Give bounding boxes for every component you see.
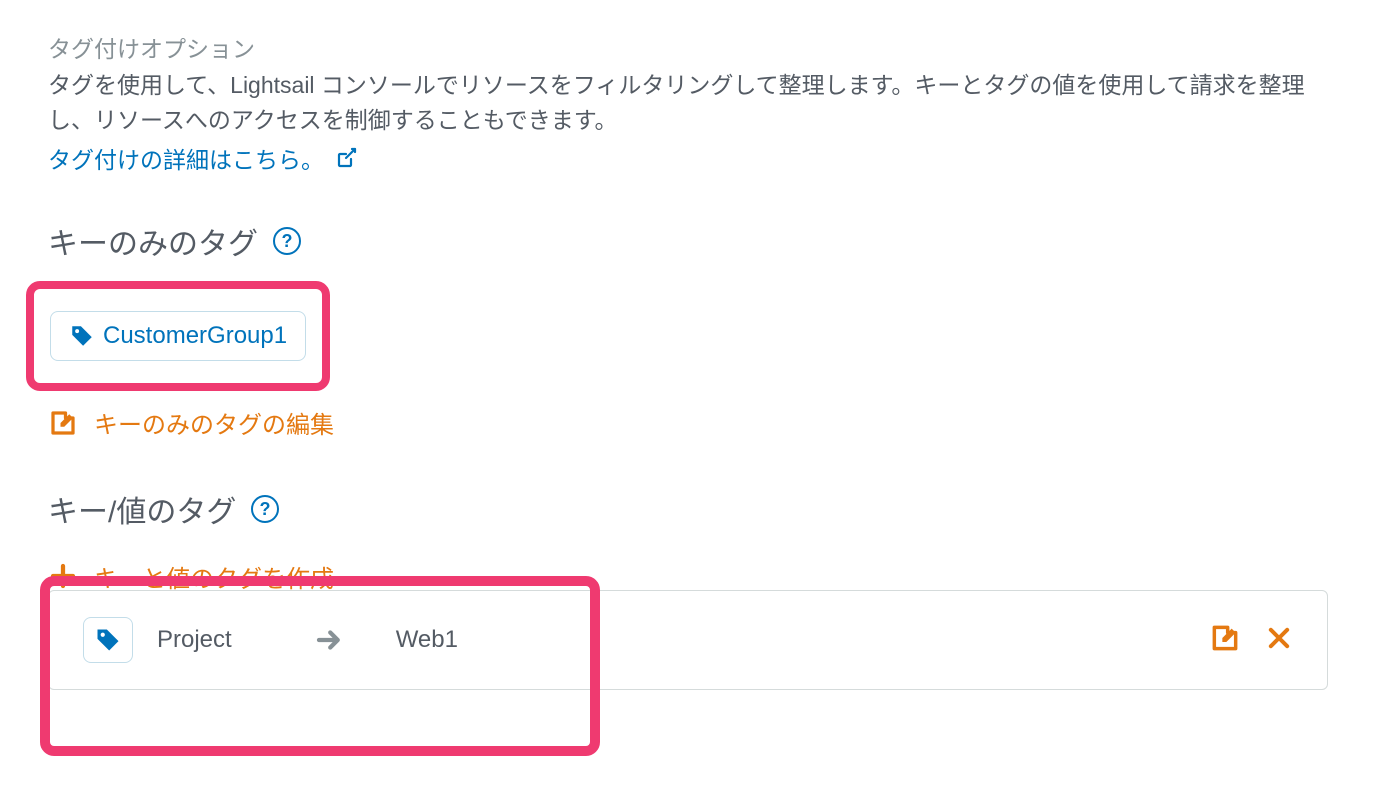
svg-text:?: ? bbox=[260, 499, 271, 519]
arrow-right-icon bbox=[314, 625, 344, 655]
delete-kv-button[interactable] bbox=[1265, 624, 1293, 657]
tag-icon bbox=[69, 323, 95, 349]
help-icon[interactable]: ? bbox=[272, 226, 302, 256]
key-value-tags-heading: キー/値のタグ ? bbox=[48, 487, 1326, 531]
key-value-heading-text: キー/値のタグ bbox=[48, 487, 236, 531]
help-icon[interactable]: ? bbox=[250, 494, 280, 524]
kv-key-text: Project bbox=[157, 626, 232, 654]
svg-text:?: ? bbox=[282, 231, 293, 251]
key-only-tag-chip[interactable]: CustomerGroup1 bbox=[50, 311, 306, 361]
create-key-value-text: キーと値のタグを作成 bbox=[94, 559, 334, 594]
kv-actions bbox=[1209, 622, 1293, 659]
kv-value-text: Web1 bbox=[396, 626, 458, 654]
key-only-highlight: CustomerGroup1 bbox=[26, 281, 330, 391]
key-value-left: Project Web1 bbox=[83, 617, 458, 663]
external-link-icon bbox=[334, 146, 358, 170]
key-only-tags-heading: キーのみのタグ ? bbox=[48, 219, 1326, 263]
tag-chip-text: CustomerGroup1 bbox=[103, 322, 287, 350]
key-value-row: Project Web1 bbox=[48, 590, 1328, 690]
create-key-value-tag-link[interactable]: キーと値のタグを作成 bbox=[48, 559, 334, 594]
tag-icon-box bbox=[83, 617, 133, 663]
plus-icon bbox=[48, 561, 78, 591]
key-only-heading-text: キーのみのタグ bbox=[48, 219, 258, 263]
edit-kv-button[interactable] bbox=[1209, 622, 1241, 659]
edit-key-only-tags-link[interactable]: キーのみのタグの編集 bbox=[48, 405, 334, 440]
edit-icon bbox=[48, 408, 78, 438]
edit-key-only-text: キーのみのタグの編集 bbox=[94, 405, 334, 440]
tagging-options-label: タグ付けオプション bbox=[48, 30, 1326, 64]
learn-more-link[interactable]: タグ付けの詳細はこちら。 bbox=[48, 141, 358, 175]
learn-more-text: タグ付けの詳細はこちら。 bbox=[48, 141, 324, 175]
tagging-description: タグを使用して、Lightsail コンソールでリソースをフィルタリングして整理… bbox=[48, 68, 1326, 137]
